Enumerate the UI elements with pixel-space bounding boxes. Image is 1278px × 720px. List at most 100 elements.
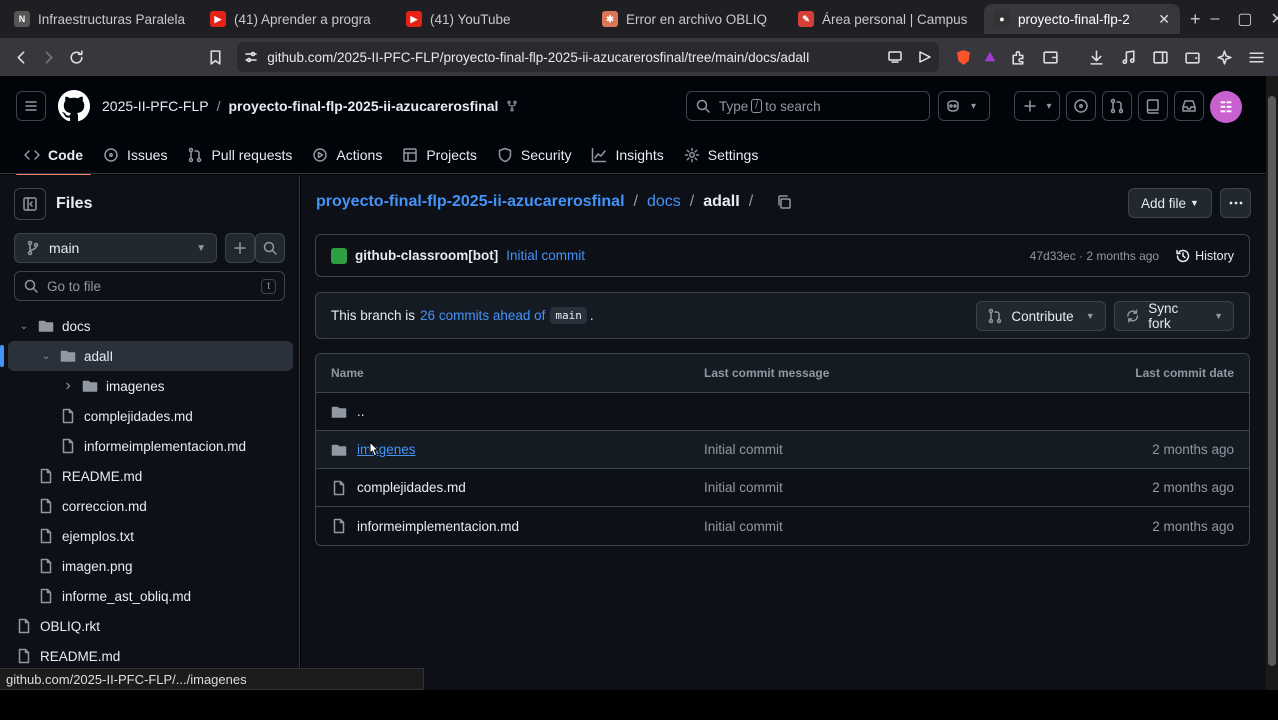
tab-issues[interactable]: Issues — [95, 141, 175, 169]
header-actions: ▾ ☷ — [1014, 91, 1242, 123]
leo-ai-icon[interactable] — [1210, 43, 1238, 71]
site-settings-icon[interactable] — [243, 49, 259, 65]
path-docs-link[interactable]: docs — [647, 193, 681, 211]
commit-message-cell[interactable]: Initial commit — [704, 442, 1152, 457]
more-options-button[interactable] — [1220, 188, 1251, 218]
issue-icon — [1074, 99, 1088, 113]
tree-file-item[interactable]: README.md — [8, 641, 293, 671]
new-tab-button[interactable]: + — [1180, 9, 1211, 30]
tree-item-label: ejemplos.txt — [62, 528, 135, 544]
bookmark-icon[interactable] — [202, 43, 229, 71]
repositories-button[interactable] — [1138, 91, 1168, 121]
browser-tab[interactable]: ▶ (41) YouTube — [396, 4, 592, 34]
sync-fork-button[interactable]: Sync fork ▼ — [1114, 301, 1234, 331]
tree-file-item[interactable]: README.md — [8, 461, 293, 491]
chevron-down-icon[interactable]: ⌄ — [16, 321, 32, 332]
wallet-icon[interactable] — [1036, 43, 1064, 71]
path-repo-link[interactable]: proyecto-final-flp-2025-ii-azucarerosfin… — [316, 193, 625, 211]
tree-file-item[interactable]: correccion.md — [8, 491, 293, 521]
pull-requests-button[interactable] — [1102, 91, 1132, 121]
browser-tab[interactable]: ▶ (41) Aprender a progra — [200, 4, 396, 34]
minimize-button[interactable]: – — [1211, 10, 1220, 28]
collapse-sidebar-button[interactable] — [14, 188, 46, 220]
tree-file-item[interactable]: imagen.png — [8, 551, 293, 581]
close-tab-icon[interactable]: ✕ — [1158, 11, 1170, 28]
search-files-button[interactable] — [255, 233, 285, 263]
menu-icon[interactable] — [1242, 43, 1270, 71]
file-name-link[interactable]: complejidades.md — [357, 480, 466, 495]
address-bar[interactable]: github.com/2025-II-PFC-FLP/proyecto-fina… — [237, 42, 940, 72]
copy-path-icon[interactable] — [776, 194, 792, 210]
create-new-button[interactable]: ▾ — [1014, 91, 1060, 121]
browser-tab[interactable]: N Infraestructuras Paralela — [4, 4, 200, 34]
download-icon[interactable] — [1082, 43, 1110, 71]
go-to-file-input[interactable]: Go to file t — [14, 271, 285, 301]
table-row[interactable]: informeimplementacion.md Initial commit 2 … — [316, 507, 1249, 545]
browser-tab[interactable]: ✱ Error en archivo OBLIQ — [592, 4, 788, 34]
chevron-down-icon[interactable]: ⌄ — [38, 351, 54, 362]
tree-file-item[interactable]: informe_ast_obliq.md — [8, 581, 293, 611]
search-icon — [263, 241, 277, 255]
tree-file-item[interactable]: informeimplementacion.md — [8, 431, 293, 461]
add-file-button[interactable]: Add file ▼ — [1128, 188, 1212, 218]
page-scrollbar[interactable] — [1266, 76, 1278, 690]
inbox-button[interactable] — [1174, 91, 1204, 121]
forward-button[interactable] — [35, 43, 62, 71]
repo-link[interactable]: proyecto-final-flp-2025-ii-azucarerosfin… — [228, 98, 498, 114]
chevron-right-icon[interactable]: › — [60, 377, 76, 395]
contribute-button[interactable]: Contribute ▼ — [976, 301, 1106, 331]
brave-shield-icon[interactable] — [949, 43, 976, 71]
browser-tab[interactable]: ✎ Área personal | Campus — [788, 4, 984, 34]
table-row[interactable]: .. — [316, 393, 1249, 431]
tab-actions[interactable]: Actions — [304, 141, 390, 169]
tab-pull-requests[interactable]: Pull requests — [179, 141, 300, 169]
org-link[interactable]: 2025-II-PFC-FLP — [102, 98, 209, 114]
nav-label: Actions — [336, 147, 383, 163]
tree-file-item[interactable]: OBLIQ.rkt — [8, 611, 293, 641]
file-name-link[interactable]: .. — [357, 404, 365, 419]
tree-folder-item[interactable]: ⌄ adalI — [0, 341, 293, 371]
history-link[interactable]: History — [1175, 248, 1234, 264]
tab-security[interactable]: Security — [489, 141, 580, 169]
table-row[interactable]: imagenes Initial commit 2 months ago — [316, 431, 1249, 469]
ahead-link[interactable]: 26 commits ahead of — [420, 308, 545, 323]
tree-file-item[interactable]: complejidades.md — [8, 401, 293, 431]
search-input[interactable]: Type / to search — [686, 91, 930, 121]
tab-projects[interactable]: Projects — [394, 141, 485, 169]
share-icon[interactable] — [917, 49, 933, 65]
avatar[interactable]: ☷ — [1210, 91, 1242, 123]
sidebar-toggle-icon[interactable] — [1146, 43, 1174, 71]
tab-list: N Infraestructuras Paralela ▶ (41) Aprender… — [4, 4, 1180, 34]
scrollbar-thumb[interactable] — [1268, 96, 1276, 666]
hamburger-menu-button[interactable] — [16, 91, 46, 121]
tree-folder-item[interactable]: ⌄ docs — [8, 311, 293, 341]
wallet-icon-2[interactable] — [1178, 43, 1206, 71]
tab-favicon-icon: N — [14, 11, 30, 27]
browser-tab[interactable]: ● proyecto-final-flp-2 ✕ — [984, 4, 1180, 34]
extensions-icon[interactable] — [1004, 43, 1032, 71]
back-button[interactable] — [8, 43, 35, 71]
tree-folder-item[interactable]: › imagenes — [8, 371, 293, 401]
commit-message[interactable]: Initial commit — [506, 248, 585, 263]
tab-settings[interactable]: Settings — [676, 141, 767, 169]
commit-meta[interactable]: 47d33ec · 2 months ago — [1030, 249, 1159, 263]
tab-insights[interactable]: Insights — [583, 141, 671, 169]
issues-button[interactable] — [1066, 91, 1096, 121]
table-row[interactable]: complejidades.md Initial commit 2 months a… — [316, 469, 1249, 507]
music-icon[interactable] — [1114, 43, 1142, 71]
close-window-button[interactable]: ✕ — [1271, 9, 1278, 29]
tab-code[interactable]: Code — [16, 141, 91, 176]
branch-selector[interactable]: main ▼ — [14, 233, 217, 263]
reload-button[interactable] — [63, 43, 90, 71]
brave-rewards-icon[interactable] — [977, 43, 1004, 71]
commit-message-cell[interactable]: Initial commit — [704, 480, 1152, 495]
github-logo-icon[interactable] — [58, 90, 90, 122]
cast-icon[interactable] — [887, 49, 903, 65]
add-file-sidebar-button[interactable] — [225, 233, 255, 263]
tree-file-item[interactable]: ejemplos.txt — [8, 521, 293, 551]
commit-author[interactable]: github-classroom[bot] — [355, 248, 498, 263]
copilot-button[interactable]: ▾ — [938, 91, 990, 121]
maximize-button[interactable]: ▢ — [1237, 9, 1252, 29]
file-name-link[interactable]: informeimplementacion.md — [357, 519, 519, 534]
commit-message-cell[interactable]: Initial commit — [704, 519, 1152, 534]
